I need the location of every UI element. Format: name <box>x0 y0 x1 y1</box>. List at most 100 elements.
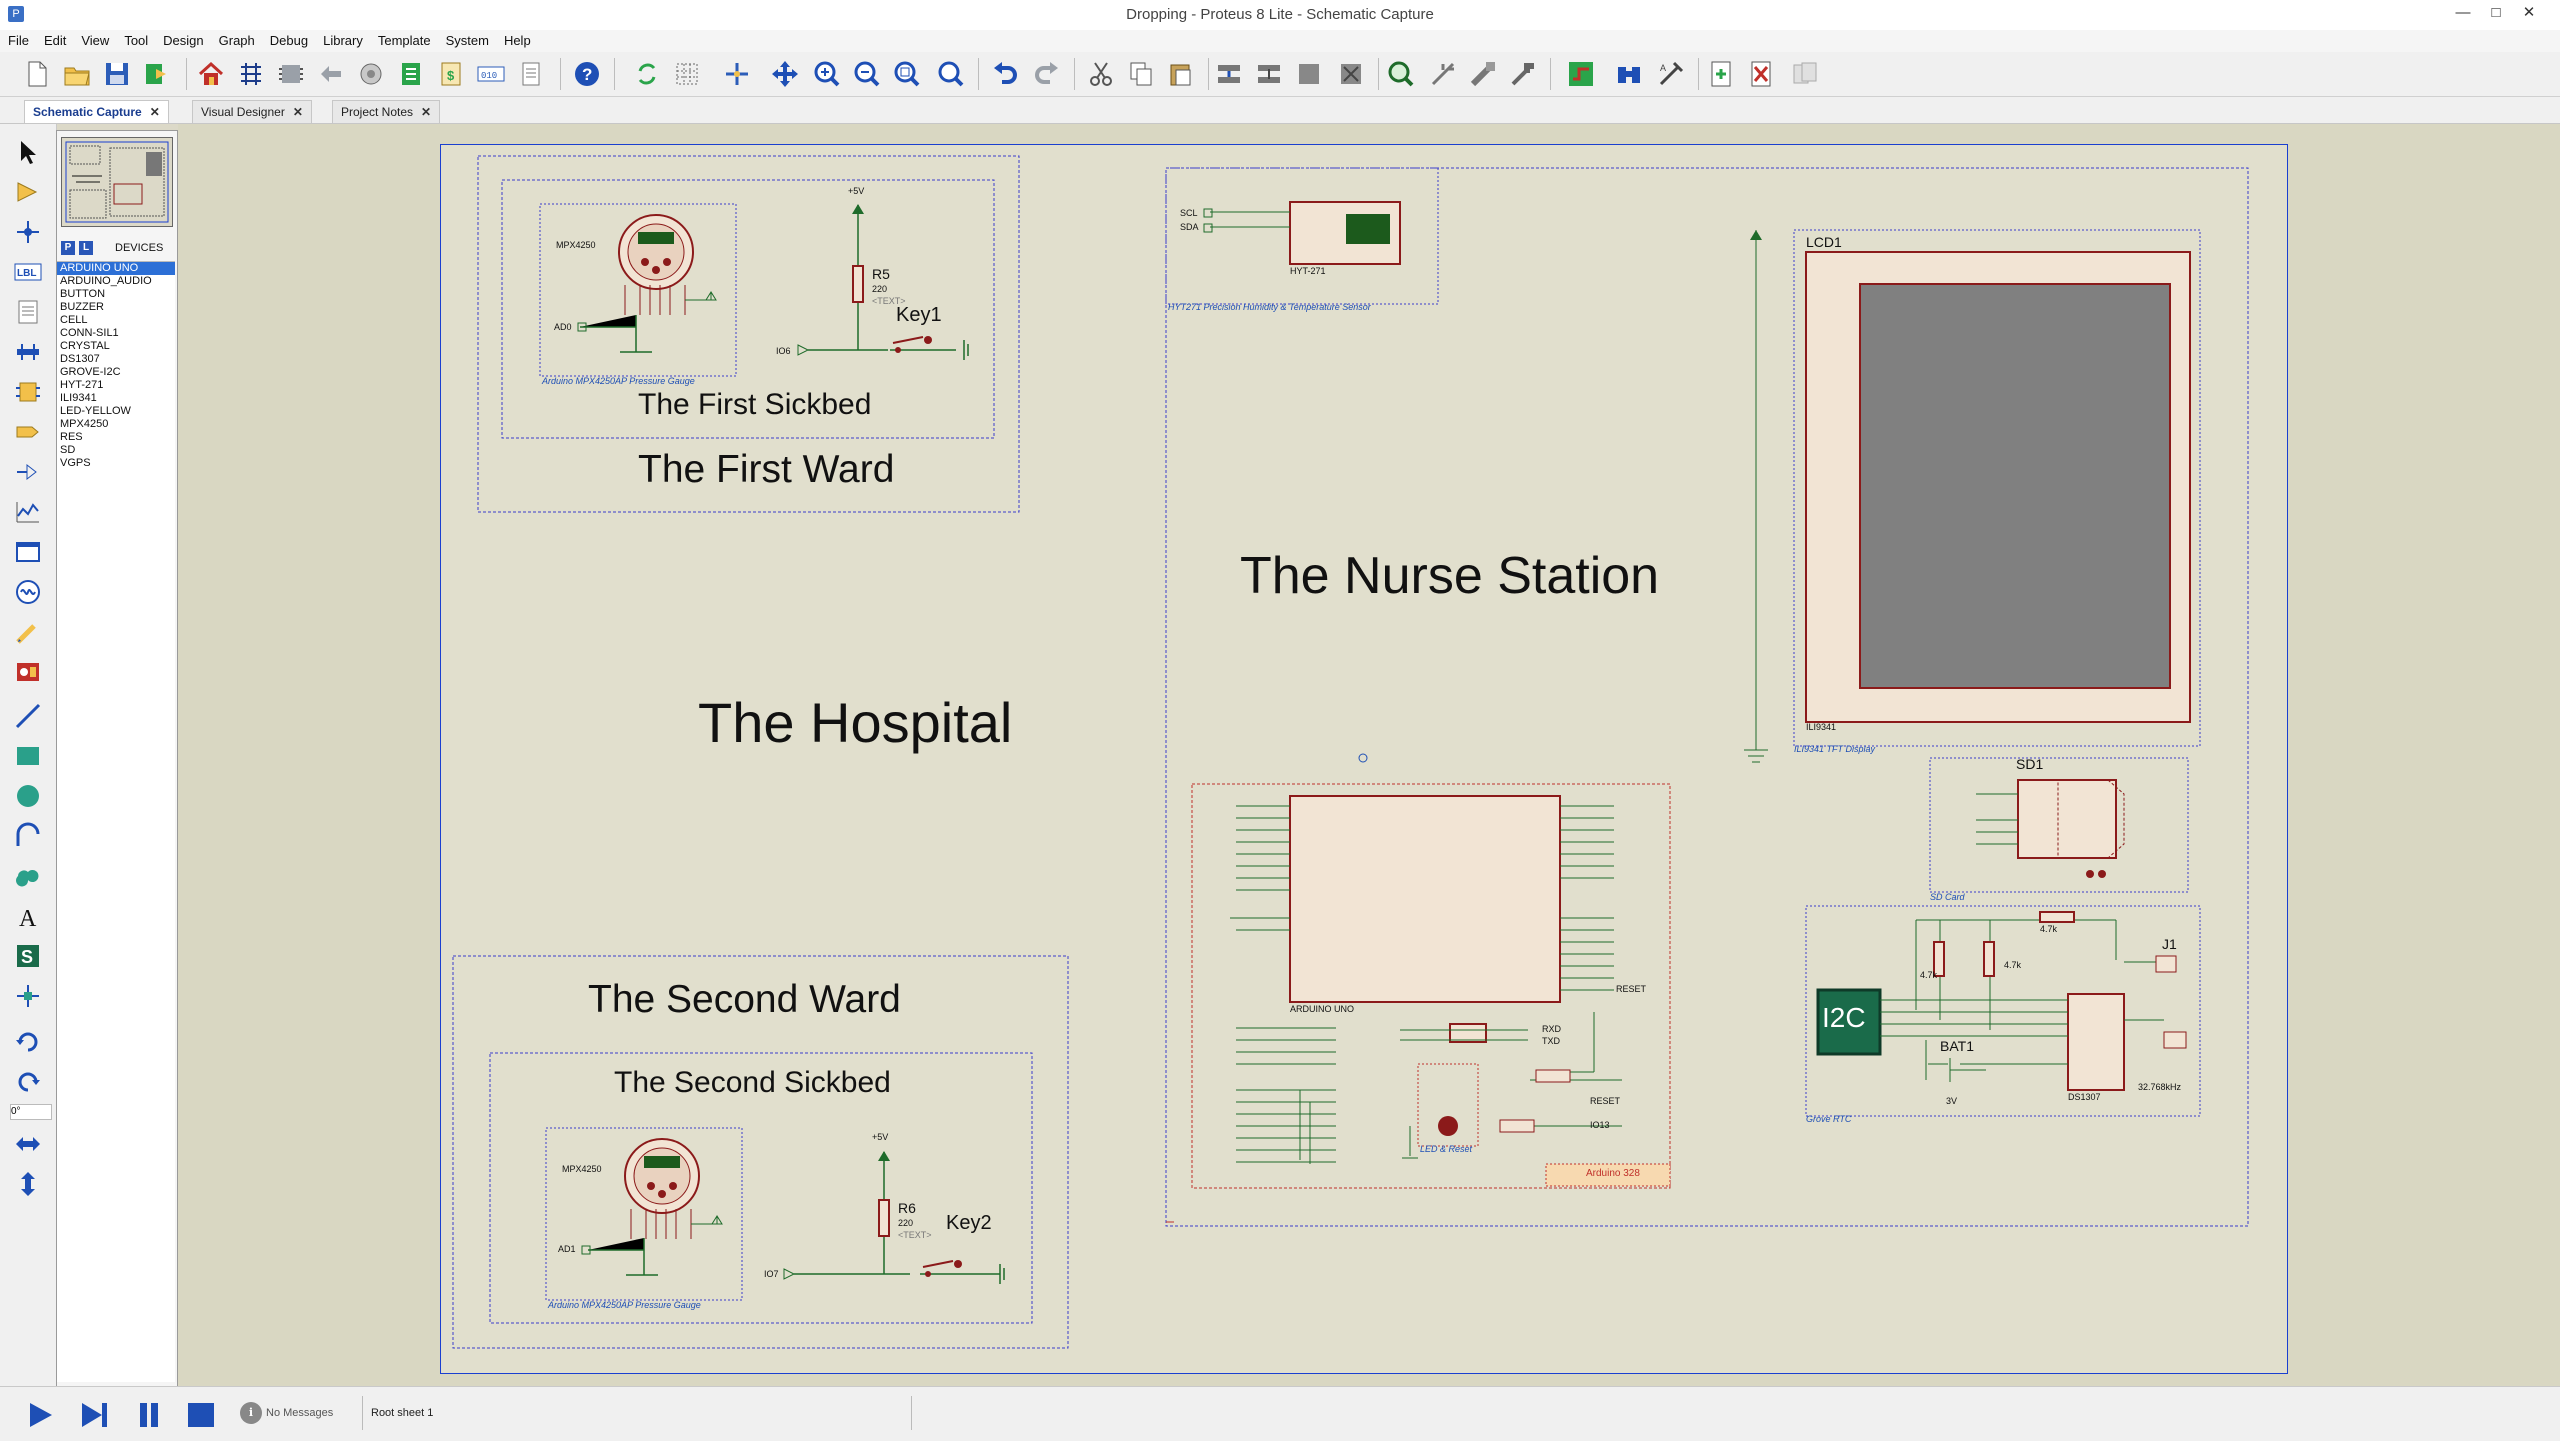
device-list-item[interactable]: LED-YELLOW <box>57 405 175 418</box>
home-icon[interactable] <box>196 59 226 89</box>
menu-template[interactable]: Template <box>370 30 438 48</box>
device-list-item[interactable]: RES <box>57 431 175 444</box>
property-assignment-icon[interactable]: A <box>1656 59 1686 89</box>
selection-mode-icon[interactable] <box>14 138 42 166</box>
menu-library[interactable]: Library <box>315 30 370 48</box>
device-list-item[interactable]: ILI9341 <box>57 392 175 405</box>
flip-vertical-icon[interactable] <box>14 1170 42 1198</box>
block-rotate-icon[interactable] <box>1294 59 1324 89</box>
terminals-mode-icon[interactable] <box>14 418 42 446</box>
close-button[interactable]: ✕ <box>2518 2 2540 24</box>
zoom-in-icon[interactable] <box>812 59 842 89</box>
tab-project-notes[interactable]: Project Notes ✕ <box>332 100 441 123</box>
device-list-item[interactable]: BUZZER <box>57 301 175 314</box>
device-list-item[interactable]: GROVE-I2C <box>57 366 175 379</box>
tab-visual-designer[interactable]: Visual Designer ✕ <box>192 100 312 123</box>
package-tool-icon[interactable] <box>1468 59 1498 89</box>
play-icon[interactable] <box>24 1400 58 1430</box>
step-icon[interactable] <box>78 1400 112 1430</box>
pick-devices-button[interactable]: P <box>61 241 75 255</box>
menu-edit[interactable]: Edit <box>36 30 73 48</box>
source-code-icon[interactable]: 010 <box>476 59 506 89</box>
origin-icon[interactable] <box>722 59 752 89</box>
save-icon[interactable] <box>102 59 132 89</box>
device-pins-mode-icon[interactable] <box>14 458 42 486</box>
device-list-item[interactable]: ARDUINO UNO <box>57 262 175 275</box>
close-tab-icon[interactable]: ✕ <box>150 105 160 119</box>
voltage-probe-mode-icon[interactable] <box>14 618 42 646</box>
bill-of-materials-icon[interactable]: $ <box>436 59 466 89</box>
flip-horizontal-icon[interactable] <box>14 1130 42 1158</box>
menu-debug[interactable]: Debug <box>262 30 315 48</box>
menu-file[interactable]: File <box>0 30 36 48</box>
stop-icon[interactable] <box>184 1400 218 1430</box>
open-folder-icon[interactable] <box>62 59 92 89</box>
decompose-icon[interactable] <box>1508 59 1538 89</box>
circle-tool-icon[interactable] <box>14 782 42 810</box>
redo-icon[interactable] <box>1032 59 1062 89</box>
device-list-item[interactable]: HYT-271 <box>57 379 175 392</box>
symbol-tool-icon[interactable]: S <box>14 942 42 970</box>
wire-autorouter-icon[interactable] <box>1566 59 1596 89</box>
block-move-icon[interactable] <box>1254 59 1284 89</box>
search-tag-icon[interactable] <box>1614 59 1644 89</box>
device-list-item[interactable]: SD <box>57 444 175 457</box>
device-list-item[interactable]: MPX4250 <box>57 418 175 431</box>
make-device-icon[interactable] <box>1428 59 1458 89</box>
component-mode-icon[interactable] <box>14 178 42 206</box>
graph-mode-icon[interactable] <box>14 498 42 526</box>
box-tool-icon[interactable] <box>14 742 42 770</box>
arc-tool-icon[interactable] <box>14 822 42 850</box>
zoom-out-icon[interactable] <box>852 59 882 89</box>
generator-mode-icon[interactable] <box>14 578 42 606</box>
line-tool-icon[interactable] <box>14 702 42 730</box>
close-tab-icon[interactable]: ✕ <box>293 105 303 119</box>
paste-icon[interactable] <box>1166 59 1196 89</box>
subcircuit-mode-icon[interactable] <box>14 378 42 406</box>
menu-design[interactable]: Design <box>155 30 210 48</box>
grid-toggle-icon[interactable] <box>672 59 702 89</box>
undo-icon[interactable] <box>990 59 1020 89</box>
minimize-button[interactable]: — <box>2452 2 2474 24</box>
overview-window[interactable] <box>61 137 173 227</box>
schematic-icon[interactable] <box>236 59 266 89</box>
block-delete-icon[interactable] <box>1336 59 1366 89</box>
text-tool-icon[interactable]: A <box>14 902 42 930</box>
help-icon[interactable]: ? <box>572 59 602 89</box>
close-tab-icon[interactable]: ✕ <box>421 105 431 119</box>
maximize-button[interactable]: □ <box>2485 2 2507 24</box>
gerber-icon[interactable] <box>356 59 386 89</box>
pcb-layout-icon[interactable] <box>276 59 306 89</box>
wire-label-mode-icon[interactable]: LBL <box>14 258 42 286</box>
cut-icon[interactable] <box>1086 59 1116 89</box>
marker-tool-icon[interactable] <box>14 982 42 1010</box>
copy-icon[interactable] <box>1126 59 1156 89</box>
menu-graph[interactable]: Graph <box>211 30 262 48</box>
3d-viewer-icon[interactable] <box>316 59 346 89</box>
new-file-icon[interactable] <box>22 59 52 89</box>
library-manager-button[interactable]: L <box>79 241 93 255</box>
zoom-all-icon[interactable] <box>892 59 922 89</box>
junction-mode-icon[interactable] <box>14 218 42 246</box>
virtual-instruments-mode-icon[interactable] <box>14 658 42 686</box>
tape-recorder-mode-icon[interactable] <box>14 538 42 566</box>
menu-help[interactable]: Help <box>496 30 538 48</box>
menu-view[interactable]: View <box>73 30 116 48</box>
pick-device-icon[interactable] <box>1386 59 1416 89</box>
buses-mode-icon[interactable] <box>14 338 42 366</box>
refresh-icon[interactable] <box>632 59 662 89</box>
message-indicator[interactable]: i No Messages <box>240 1396 350 1430</box>
block-copy-icon[interactable] <box>1214 59 1244 89</box>
device-list-item[interactable]: DS1307 <box>57 353 175 366</box>
device-list-item[interactable]: CRYSTAL <box>57 340 175 353</box>
notes-icon[interactable] <box>516 59 546 89</box>
menu-system[interactable]: System <box>438 30 496 48</box>
device-list-item[interactable]: VGPS <box>57 457 175 470</box>
exit-to-parent-icon[interactable] <box>1790 59 1820 89</box>
path-tool-icon[interactable] <box>14 862 42 890</box>
zoom-area-icon[interactable] <box>936 59 966 89</box>
design-explorer-icon[interactable] <box>396 59 426 89</box>
rotate-anticlockwise-icon[interactable] <box>14 1066 42 1094</box>
pause-icon[interactable] <box>132 1400 166 1430</box>
device-list-item[interactable]: BUTTON <box>57 288 175 301</box>
